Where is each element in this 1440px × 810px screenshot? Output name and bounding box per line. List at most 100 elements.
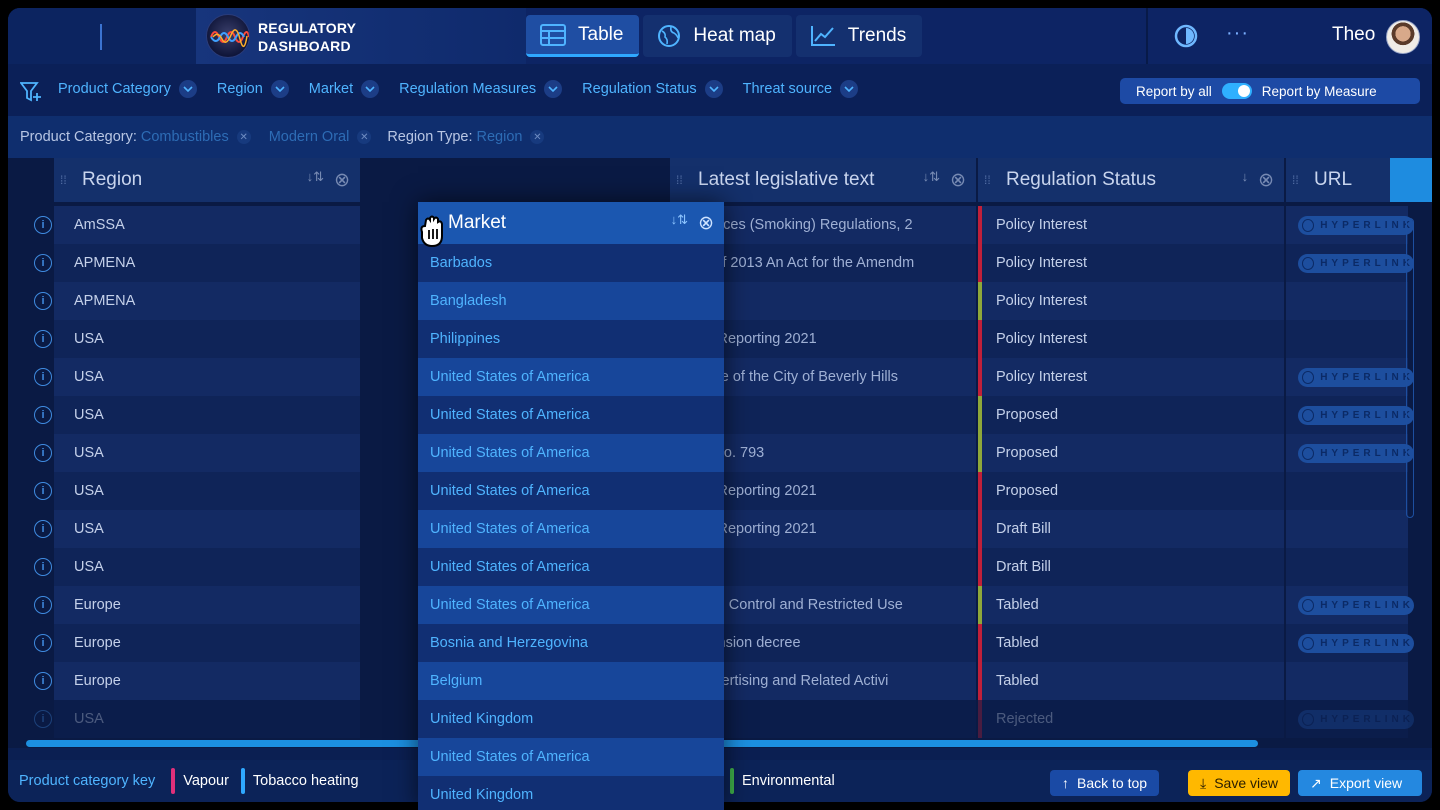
drag-handle-icon[interactable]: ⁞⁞ [1292, 174, 1300, 186]
column-title: Latest legislative text [698, 169, 875, 190]
back-to-top-button[interactable]: ↑ Back to top [1050, 770, 1160, 796]
chevron-down-icon [270, 80, 289, 98]
column-settings-icon[interactable] [1390, 158, 1432, 202]
filter-add-icon[interactable] [20, 81, 42, 103]
chevron-down-icon [361, 80, 380, 98]
info-icon[interactable]: i [34, 596, 52, 614]
filter-label: Regulation Measures [399, 81, 537, 97]
sort-icon[interactable]: ↓ [1242, 169, 1249, 192]
external-link-icon: ↗ [1310, 774, 1322, 791]
save-view-button[interactable]: ⤓ Save view [1188, 770, 1291, 796]
link-icon [1302, 257, 1315, 270]
cell-region: USA [54, 548, 360, 586]
market-list-item: Bosnia and Herzegovina [418, 624, 724, 662]
info-icon[interactable]: i [34, 406, 52, 424]
market-column-drag-popup[interactable]: Market ↓⇅ ⊗ Barbados Bangladesh Philippines… [418, 202, 724, 810]
cell-regulation-status: Proposed [978, 396, 1284, 434]
tab-trends-label: Trends [847, 25, 907, 46]
hyperlink-button[interactable]: HYPERLINK [1298, 406, 1414, 425]
info-icon[interactable]: i [34, 520, 52, 538]
filter-region[interactable]: Region [217, 80, 289, 98]
hyperlink-button[interactable]: HYPERLINK [1298, 444, 1414, 463]
hyperlink-button[interactable]: HYPERLINK [1298, 634, 1414, 653]
cell-url [1286, 548, 1408, 586]
info-icon[interactable]: i [34, 558, 52, 576]
download-icon: ⤓ [1200, 774, 1207, 791]
info-icon[interactable]: i [34, 482, 52, 500]
chip-close-icon[interactable]: ✕ [530, 130, 545, 144]
cell-regulation-status: Tabled [978, 662, 1284, 700]
info-icon[interactable]: i [34, 634, 52, 652]
info-icon[interactable]: i [34, 368, 52, 386]
tab-heat-map[interactable]: Heat map [643, 15, 792, 57]
info-icon[interactable]: i [34, 444, 52, 462]
hyperlink-label: HYPERLINK [1320, 220, 1414, 231]
info-icon[interactable]: i [34, 672, 52, 690]
drag-handle-icon[interactable]: ⁞⁞ [676, 174, 684, 186]
column-header-url[interactable]: ⁞⁞ URL [1286, 158, 1432, 202]
hyperlink-label: HYPERLINK [1320, 600, 1414, 611]
info-icon[interactable]: i [34, 292, 52, 310]
avatar[interactable] [1386, 20, 1420, 54]
column-actions: ↓⇅ ⊗ [671, 212, 714, 235]
drag-handle-icon[interactable]: ⁞⁞ [984, 174, 992, 186]
column-header-region[interactable]: ⁞⁞ Region ↓⇅ ⊗ [54, 158, 360, 202]
hyperlink-label: HYPERLINK [1320, 372, 1414, 383]
column-header-regulation-status[interactable]: ⁞⁞ Regulation Status ↓ ⊗ [978, 158, 1284, 202]
hyperlink-button[interactable]: HYPERLINK [1298, 710, 1414, 729]
filter-product-category[interactable]: Product Category [58, 80, 197, 98]
sort-icon[interactable]: ↓⇅ [307, 169, 324, 192]
info-icon[interactable]: i [34, 710, 52, 728]
close-icon[interactable]: ⊗ [950, 169, 966, 192]
cell-regulation-status: Rejected [978, 700, 1284, 738]
info-icon[interactable]: i [34, 254, 52, 272]
tab-table[interactable]: Table [526, 15, 640, 57]
trend-chart-icon [810, 26, 835, 46]
export-view-button[interactable]: ↗ Export view [1298, 770, 1422, 796]
chip-close-icon[interactable]: ✕ [236, 130, 251, 144]
info-icon[interactable]: i [34, 216, 52, 234]
hyperlink-button[interactable]: HYPERLINK [1298, 216, 1414, 235]
filter-regulation-measures[interactable]: Regulation Measures [399, 80, 563, 98]
vertical-scrollbar[interactable] [1406, 218, 1414, 518]
filter-dropdowns: Product Category Region Market Regulatio… [58, 80, 859, 98]
hyperlink-label: HYPERLINK [1320, 448, 1414, 459]
chip-close-icon[interactable]: ✕ [357, 130, 372, 144]
more-options-icon[interactable]: ··· [1226, 22, 1249, 45]
close-icon[interactable]: ⊗ [334, 169, 350, 192]
column-header-legislative-text[interactable]: ⁞⁞ Latest legislative text ↓⇅ ⊗ [670, 158, 976, 202]
filter-threat-source[interactable]: Threat source [743, 80, 859, 98]
filter-regulation-status[interactable]: Regulation Status [582, 80, 723, 98]
hyperlink-label: HYPERLINK [1320, 258, 1414, 269]
close-icon[interactable]: ⊗ [1258, 169, 1274, 192]
filter-market[interactable]: Market [309, 80, 380, 98]
report-toggle-switch[interactable] [1221, 83, 1252, 99]
close-icon[interactable]: ⊗ [698, 212, 714, 235]
hyperlink-button[interactable]: HYPERLINK [1298, 368, 1414, 387]
brand[interactable]: REGULATORY DASHBOARD [196, 8, 526, 64]
hyperlink-button[interactable]: HYPERLINK [1298, 596, 1414, 615]
tab-table-label: Table [578, 23, 624, 45]
hyperlink-button[interactable]: HYPERLINK [1298, 254, 1414, 273]
waveform-logo-icon [206, 14, 250, 58]
cell-region: USA [54, 510, 360, 548]
sort-icon[interactable]: ↓⇅ [923, 169, 940, 192]
sync-icon[interactable] [1174, 24, 1198, 48]
market-list-item: Barbados [418, 244, 724, 282]
tab-trends[interactable]: Trends [795, 15, 923, 57]
info-icon[interactable]: i [34, 330, 52, 348]
key-item-tobacco-heating: Tobacco heating [240, 768, 359, 794]
active-filter-chips: Product Category: Combustibles ✕ Modern O… [8, 116, 1432, 158]
column-actions: ↓⇅ ⊗ [307, 169, 350, 192]
market-column-header[interactable]: Market ↓⇅ ⊗ [418, 202, 724, 244]
drag-handle-icon[interactable]: ⁞⁞ [60, 174, 68, 186]
top-header: REGULATORY DASHBOARD Table Heat map Tren… [8, 8, 1432, 64]
chevron-down-icon [178, 80, 197, 98]
sort-icon[interactable]: ↓⇅ [671, 212, 688, 235]
hyperlink-label: HYPERLINK [1320, 638, 1414, 649]
chip-group-label: Region Type: [387, 129, 473, 145]
cell-regulation-status: Policy Interest [978, 320, 1284, 358]
report-mode-toggle[interactable]: Report by all Report by Measure [1120, 78, 1420, 104]
chevron-down-icon [840, 80, 859, 98]
column-title: Region [82, 169, 143, 190]
